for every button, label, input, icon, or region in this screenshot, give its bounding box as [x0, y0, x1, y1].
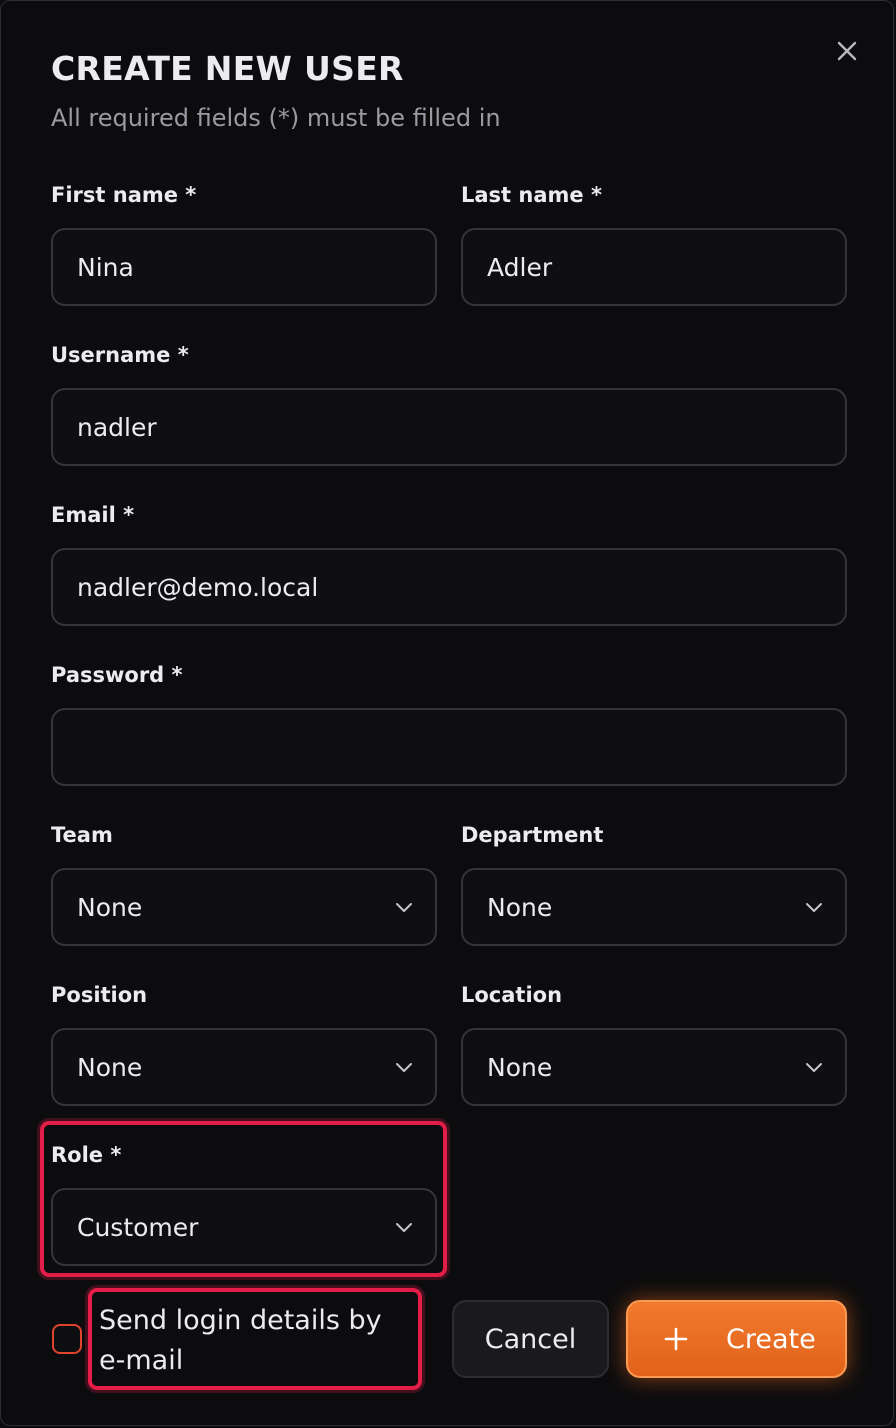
- send-login-label[interactable]: Send login details by e-mail: [99, 1301, 415, 1381]
- position-select[interactable]: None: [51, 1028, 437, 1106]
- password-input[interactable]: [51, 708, 847, 786]
- role-label: Role *: [51, 1143, 122, 1167]
- first-name-label: First name *: [51, 183, 197, 207]
- role-value: Customer: [77, 1212, 199, 1242]
- team-value: None: [77, 892, 143, 922]
- department-value: None: [487, 892, 553, 922]
- position-label: Position: [51, 983, 148, 1007]
- create-button[interactable]: Create: [626, 1300, 847, 1378]
- location-value: None: [487, 1052, 553, 1082]
- username-label: Username *: [51, 343, 189, 367]
- password-label: Password *: [51, 663, 183, 687]
- department-select[interactable]: None: [461, 868, 847, 946]
- last-name-value: Adler: [487, 252, 553, 282]
- position-value: None: [77, 1052, 143, 1082]
- chevron-down-icon: [806, 1063, 822, 1072]
- first-name-value: Nina: [77, 252, 134, 282]
- close-icon: [837, 41, 857, 61]
- email-input[interactable]: nadler@demo.local: [51, 548, 847, 626]
- chevron-down-icon: [396, 1063, 412, 1072]
- last-name-label: Last name *: [461, 183, 602, 207]
- role-select[interactable]: Customer: [51, 1188, 437, 1266]
- send-login-checkbox[interactable]: [52, 1324, 82, 1354]
- chevron-down-icon: [396, 903, 412, 912]
- chevron-down-icon: [396, 1223, 412, 1232]
- location-label: Location: [461, 983, 563, 1007]
- email-label: Email *: [51, 503, 135, 527]
- first-name-input[interactable]: Nina: [51, 228, 437, 306]
- department-label: Department: [461, 823, 604, 847]
- dialog-title: CREATE NEW USER: [51, 49, 404, 88]
- close-button[interactable]: [832, 36, 862, 66]
- create-user-dialog: CREATE NEW USER All required fields (*) …: [0, 0, 894, 1426]
- create-button-label: Create: [726, 1323, 816, 1355]
- chevron-down-icon: [806, 903, 822, 912]
- username-input[interactable]: nadler: [51, 388, 847, 466]
- team-label: Team: [51, 823, 113, 847]
- location-select[interactable]: None: [461, 1028, 847, 1106]
- cancel-button[interactable]: Cancel: [452, 1300, 609, 1378]
- username-value: nadler: [77, 412, 157, 442]
- team-select[interactable]: None: [51, 868, 437, 946]
- last-name-input[interactable]: Adler: [461, 228, 847, 306]
- plus-icon: [664, 1327, 688, 1351]
- dialog-subtitle: All required fields (*) must be filled i…: [51, 104, 501, 132]
- email-value: nadler@demo.local: [77, 572, 319, 602]
- cancel-button-label: Cancel: [484, 1323, 577, 1355]
